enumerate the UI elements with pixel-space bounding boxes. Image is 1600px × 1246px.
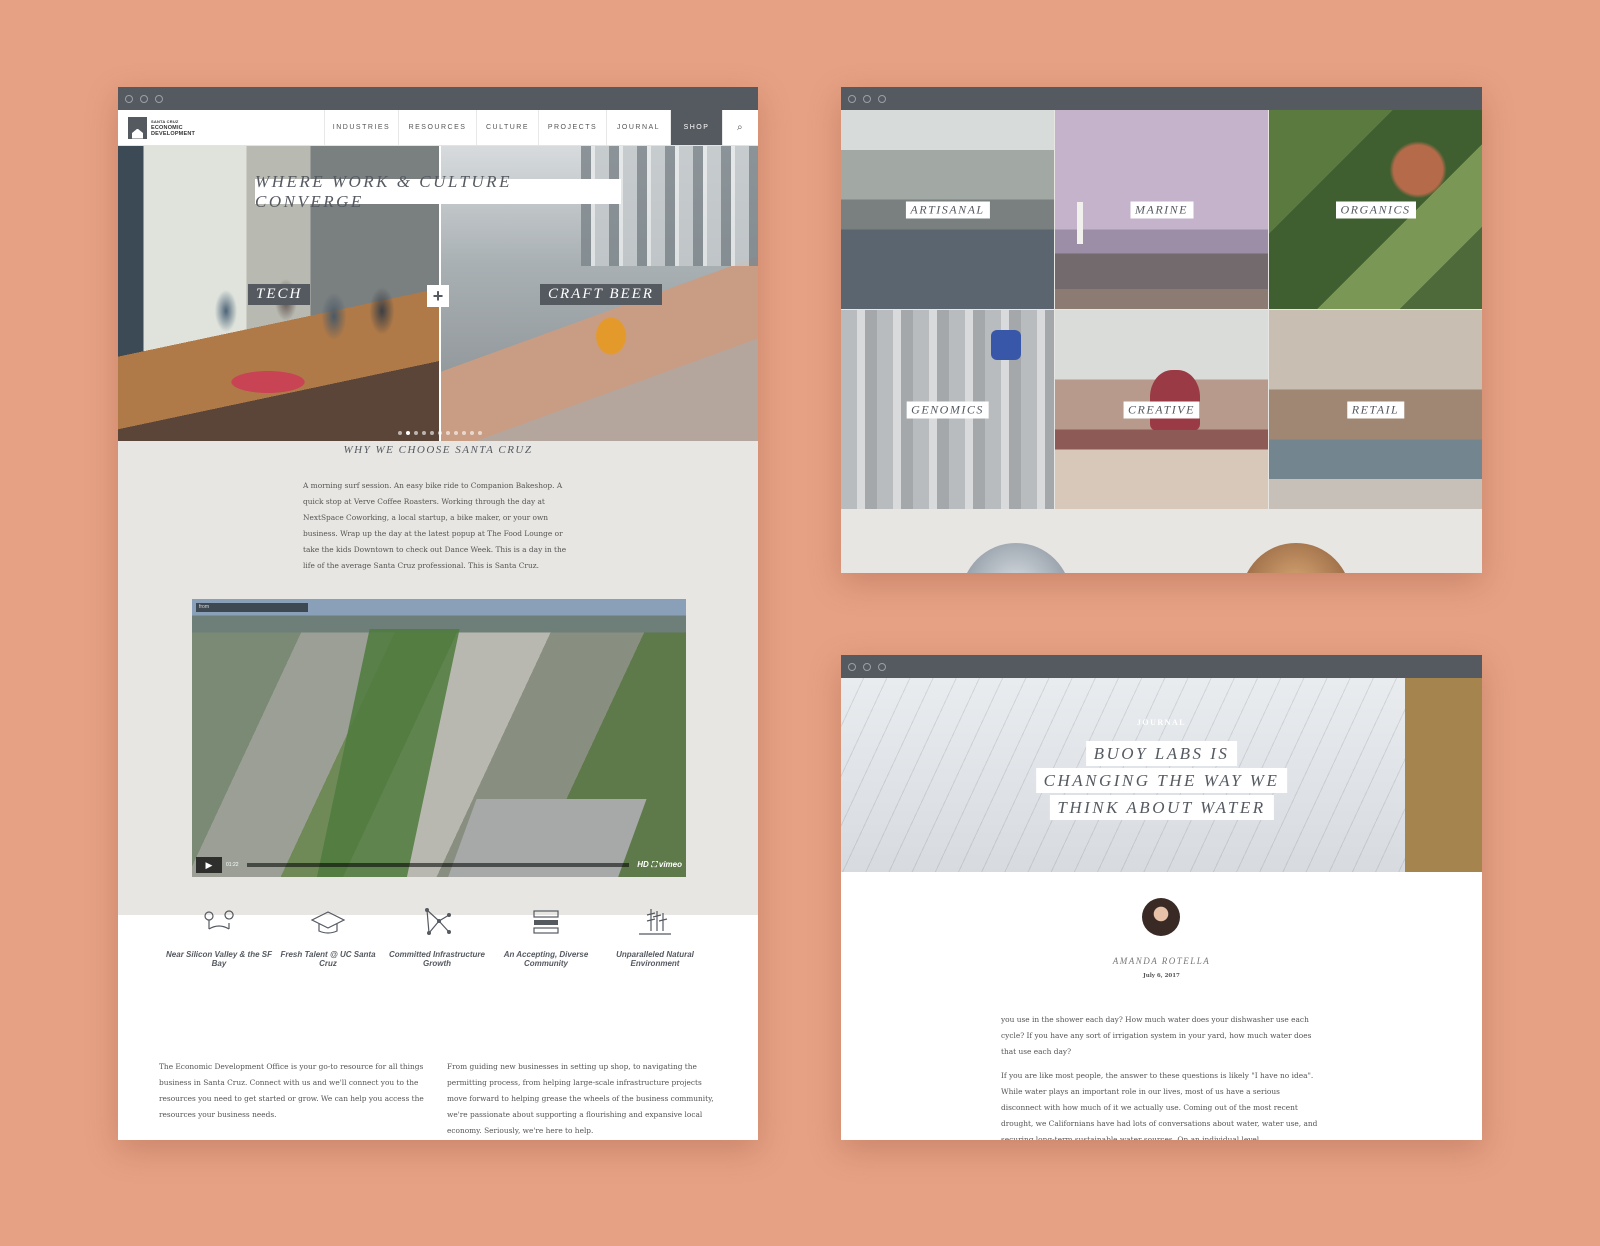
video-time: 01:22: [226, 862, 239, 868]
circle-thumbnail[interactable]: [961, 543, 1071, 573]
browser-window-home: SANTA CRUZ ECONOMIC DEVELOPMENT INDUSTRI…: [118, 87, 758, 1140]
publish-date: July 6, 2017: [1143, 973, 1180, 979]
community-icon: [533, 910, 559, 934]
industry-tile-creative[interactable]: CREATIVE: [1055, 310, 1268, 509]
window-minimize-dot[interactable]: [863, 95, 871, 103]
industry-tile-marine[interactable]: MARINE: [1055, 110, 1268, 309]
slider-dot[interactable]: [446, 431, 450, 435]
nav-industries[interactable]: INDUSTRIES: [324, 110, 398, 145]
slider-dot[interactable]: [414, 431, 418, 435]
author-avatar[interactable]: [1142, 898, 1180, 936]
search-icon[interactable]: ⌕: [722, 110, 758, 145]
trees-icon: [639, 909, 671, 935]
article-hero-image: JOURNAL BUOY LABS IS CHANGING THE WAY WE…: [841, 678, 1482, 872]
slider-dots[interactable]: [398, 431, 482, 435]
industry-label: ORGANICS: [1335, 201, 1416, 218]
feature-item: An Accepting, Diverse Community: [491, 907, 601, 968]
article-title-line: CHANGING THE WAY WE: [1035, 768, 1288, 793]
slider-dot[interactable]: [462, 431, 466, 435]
why-paragraph: A morning surf session. An easy bike rid…: [303, 481, 567, 570]
industries-grid: ARTISANAL MARINE ORGANICS GENOMICS CREAT…: [841, 110, 1482, 510]
feature-label: Unparalleled Natural Environment: [616, 950, 694, 968]
network-icon: [425, 908, 451, 935]
feature-label: Near Silicon Valley & the SF Bay: [166, 950, 272, 968]
plus-icon[interactable]: +: [427, 285, 449, 307]
feature-item: Unparalleled Natural Environment: [600, 907, 710, 968]
hero-title: WHERE WORK & CULTURE CONVERGE: [255, 172, 621, 211]
section-title: WHY WE CHOOSE SANTA CRUZ: [343, 444, 533, 456]
window-maximize-dot[interactable]: [878, 663, 886, 671]
hero-slider: WHERE WORK & CULTURE CONVERGE TECH CRAFT…: [118, 146, 758, 441]
nav-culture[interactable]: CULTURE: [476, 110, 538, 145]
video-from-label: from: [196, 603, 308, 612]
feature-item: Fresh Talent @ UC Santa Cruz: [273, 907, 383, 968]
browser-window-industries: ARTISANAL MARINE ORGANICS GENOMICS CREAT…: [841, 87, 1482, 573]
industry-label: GENOMICS: [906, 401, 989, 418]
video-player[interactable]: from ▶ 01:22 HD ⛶ vimeo: [192, 599, 686, 877]
industry-tile-artisanal[interactable]: ARTISANAL: [841, 110, 1054, 309]
slider-dot[interactable]: [470, 431, 474, 435]
site-navbar: SANTA CRUZ ECONOMIC DEVELOPMENT INDUSTRI…: [118, 110, 758, 146]
site-logo[interactable]: SANTA CRUZ ECONOMIC DEVELOPMENT: [118, 110, 324, 145]
article-title-line: THINK ABOUT WATER: [1049, 795, 1274, 820]
feature-label: Fresh Talent @ UC Santa Cruz: [280, 950, 376, 968]
article-paragraph: you use in the shower each day? How much…: [1001, 1015, 1312, 1056]
industry-label: ARTISANAL: [905, 201, 990, 218]
industry-tile-organics[interactable]: ORGANICS: [1269, 110, 1482, 309]
slider-dot[interactable]: [422, 431, 426, 435]
map-pin-icon: [204, 910, 234, 930]
author-name[interactable]: AMANDA ROTELLA: [841, 956, 1482, 966]
logo-house-icon: [128, 116, 147, 139]
hero-label-craft-beer[interactable]: CRAFT BEER: [540, 284, 662, 305]
window-maximize-dot[interactable]: [878, 95, 886, 103]
feature-item: Committed Infrastructure Growth: [382, 907, 492, 968]
window-maximize-dot[interactable]: [155, 95, 163, 103]
window-titlebar: [118, 87, 758, 110]
about-paragraph-right: From guiding new businesses in setting u…: [447, 1062, 714, 1135]
slider-dot-active[interactable]: [406, 431, 410, 435]
industry-label: RETAIL: [1346, 401, 1405, 418]
window-titlebar: [841, 87, 1482, 110]
why-section: WHY WE CHOOSE SANTA CRUZ A morning surf …: [118, 441, 758, 915]
play-icon[interactable]: ▶: [196, 857, 222, 873]
slider-dot[interactable]: [478, 431, 482, 435]
window-close-dot[interactable]: [848, 663, 856, 671]
feature-label: An Accepting, Diverse Community: [503, 950, 589, 968]
window-close-dot[interactable]: [125, 95, 133, 103]
about-paragraph-left: The Economic Development Office is your …: [159, 1062, 424, 1119]
industry-label: MARINE: [1130, 201, 1193, 218]
vimeo-logo[interactable]: HD ⛶ vimeo: [637, 860, 682, 870]
feature-item: Near Silicon Valley & the SF Bay: [164, 907, 274, 968]
slider-dot[interactable]: [438, 431, 442, 435]
logo-text: SANTA CRUZ ECONOMIC DEVELOPMENT: [151, 118, 196, 137]
window-titlebar: [841, 655, 1482, 678]
slider-dot[interactable]: [430, 431, 434, 435]
window-minimize-dot[interactable]: [863, 663, 871, 671]
browser-window-journal: JOURNAL BUOY LABS IS CHANGING THE WAY WE…: [841, 655, 1482, 1140]
nav-shop[interactable]: SHOP: [670, 110, 722, 145]
article-kicker[interactable]: JOURNAL: [841, 718, 1482, 727]
nav-resources[interactable]: RESOURCES: [398, 110, 476, 145]
feature-label: Committed Infrastructure Growth: [388, 950, 485, 968]
industry-label: CREATIVE: [1123, 401, 1200, 418]
article-title-line: BUOY LABS IS: [1085, 741, 1238, 766]
circle-thumbnail[interactable]: [1241, 543, 1351, 573]
video-controls: ▶ 01:22 HD ⛶ vimeo: [196, 857, 682, 873]
graduation-cap-icon: [310, 911, 346, 934]
slider-dot[interactable]: [454, 431, 458, 435]
article-paragraph: If you are like most people, the answer …: [1001, 1071, 1318, 1140]
hero-label-tech[interactable]: TECH: [248, 284, 311, 305]
window-minimize-dot[interactable]: [140, 95, 148, 103]
industry-tile-genomics[interactable]: GENOMICS: [841, 310, 1054, 509]
video-progress-bar[interactable]: [246, 863, 630, 867]
slider-dot[interactable]: [398, 431, 402, 435]
industry-tile-retail[interactable]: RETAIL: [1269, 310, 1482, 509]
nav-projects[interactable]: PROJECTS: [538, 110, 606, 145]
nav-journal[interactable]: JOURNAL: [606, 110, 670, 145]
window-close-dot[interactable]: [848, 95, 856, 103]
